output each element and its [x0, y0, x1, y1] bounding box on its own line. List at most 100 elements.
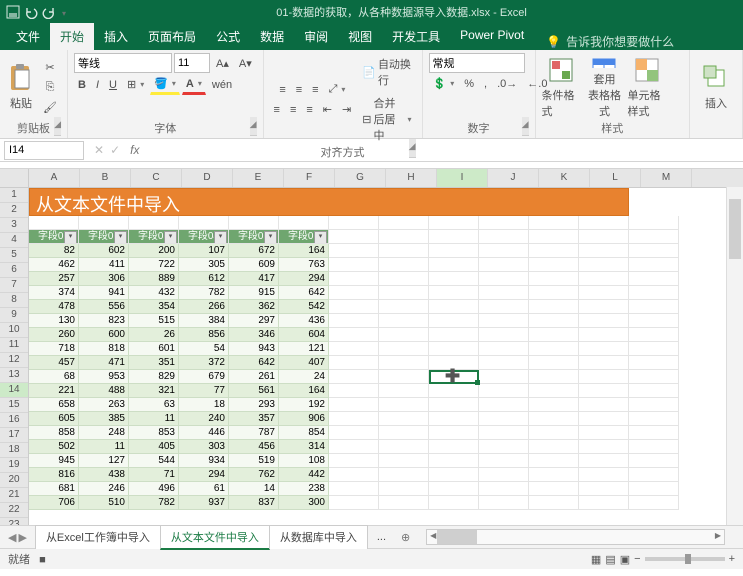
cell[interactable] — [479, 230, 529, 244]
cell[interactable] — [329, 286, 379, 300]
cell[interactable] — [579, 314, 629, 328]
table-cell[interactable]: 261 — [229, 370, 279, 384]
filter-dropdown-icon[interactable]: ▾ — [264, 231, 277, 244]
cell[interactable] — [579, 244, 629, 258]
row-header[interactable]: 10 — [0, 323, 28, 338]
cell[interactable] — [629, 286, 679, 300]
table-cell[interactable]: 108 — [279, 454, 329, 468]
cell[interactable] — [629, 426, 679, 440]
cell[interactable] — [29, 216, 79, 230]
title-merged-cell[interactable]: 从文本文件中导入 — [29, 188, 629, 216]
cell[interactable] — [329, 370, 379, 384]
cell[interactable] — [379, 454, 429, 468]
row-header[interactable]: 21 — [0, 488, 28, 503]
cell[interactable] — [529, 258, 579, 272]
cell[interactable] — [329, 384, 379, 398]
table-cell[interactable]: 405 — [129, 440, 179, 454]
cell[interactable] — [429, 300, 479, 314]
cell[interactable] — [479, 412, 529, 426]
horizontal-scrollbar[interactable]: ◀ ▶ — [426, 529, 725, 545]
cell[interactable] — [479, 426, 529, 440]
table-cell[interactable]: 346 — [229, 328, 279, 342]
cell[interactable] — [379, 230, 429, 244]
column-header[interactable]: C — [131, 169, 182, 187]
cell[interactable] — [429, 398, 479, 412]
cell[interactable] — [529, 468, 579, 482]
underline-button[interactable]: U — [105, 76, 121, 94]
orientation-icon[interactable]: ⤢ — [325, 80, 350, 99]
font-launcher-icon[interactable]: ◢ — [250, 117, 257, 136]
qat-more-icon[interactable] — [60, 5, 66, 19]
cell[interactable] — [79, 216, 129, 230]
cell[interactable] — [629, 440, 679, 454]
comma-format-icon[interactable]: , — [480, 75, 491, 93]
cancel-formula-icon[interactable]: ✕ — [94, 143, 104, 157]
table-cell[interactable]: 672 — [229, 244, 279, 258]
cell[interactable] — [629, 370, 679, 384]
table-cell[interactable]: 246 — [79, 482, 129, 496]
table-cell[interactable]: 18 — [179, 398, 229, 412]
zoom-out-icon[interactable]: − — [634, 553, 640, 565]
cell[interactable] — [629, 314, 679, 328]
column-header[interactable]: A — [29, 169, 80, 187]
cell[interactable] — [329, 230, 379, 244]
table-cell[interactable]: 488 — [79, 384, 129, 398]
decrease-indent-icon[interactable]: ⇤ — [319, 100, 336, 119]
table-cell[interactable]: 63 — [129, 398, 179, 412]
cell[interactable] — [479, 356, 529, 370]
table-cell[interactable]: 462 — [29, 258, 79, 272]
cell[interactable] — [629, 398, 679, 412]
row-header[interactable]: 6 — [0, 263, 28, 278]
increase-font-icon[interactable]: A▴ — [212, 54, 233, 73]
table-cell[interactable]: 502 — [29, 440, 79, 454]
table-cell[interactable]: 77 — [179, 384, 229, 398]
cell[interactable] — [529, 440, 579, 454]
cell[interactable] — [579, 230, 629, 244]
cell[interactable] — [529, 300, 579, 314]
cell[interactable] — [629, 496, 679, 510]
column-header[interactable]: B — [80, 169, 131, 187]
cell[interactable] — [479, 272, 529, 286]
cell[interactable] — [629, 216, 679, 230]
cell[interactable] — [429, 482, 479, 496]
cell[interactable] — [329, 426, 379, 440]
cell[interactable] — [629, 258, 679, 272]
table-header-cell[interactable]: 字段04▾ — [179, 230, 229, 244]
format-as-table-button[interactable]: 套用 表格格式 — [585, 57, 625, 119]
table-cell[interactable]: 556 — [79, 300, 129, 314]
table-cell[interactable]: 658 — [29, 398, 79, 412]
cell[interactable] — [579, 454, 629, 468]
column-header[interactable]: H — [386, 169, 437, 187]
cell[interactable] — [229, 216, 279, 230]
table-cell[interactable]: 54 — [179, 342, 229, 356]
table-cell[interactable]: 934 — [179, 454, 229, 468]
cell[interactable] — [329, 356, 379, 370]
font-color-button[interactable]: A — [182, 75, 206, 95]
cell[interactable] — [579, 468, 629, 482]
table-cell[interactable]: 782 — [179, 286, 229, 300]
select-all-corner[interactable] — [0, 169, 28, 188]
filter-dropdown-icon[interactable]: ▾ — [114, 231, 127, 244]
cell[interactable] — [629, 328, 679, 342]
column-header[interactable]: L — [590, 169, 641, 187]
enter-formula-icon[interactable]: ✓ — [110, 143, 120, 157]
ribbon-tab[interactable]: 开始 — [50, 23, 94, 50]
cell[interactable] — [329, 482, 379, 496]
table-cell[interactable]: 351 — [129, 356, 179, 370]
table-header-cell[interactable]: 字段06▾ — [279, 230, 329, 244]
cell[interactable] — [429, 454, 479, 468]
alignment-launcher-icon[interactable]: ◢ — [409, 139, 416, 158]
row-header[interactable]: 22 — [0, 503, 28, 518]
cell[interactable] — [129, 216, 179, 230]
table-cell[interactable]: 600 — [79, 328, 129, 342]
sheet-tab[interactable]: 从Excel工作簿中导入 — [35, 525, 161, 549]
table-cell[interactable]: 130 — [29, 314, 79, 328]
table-cell[interactable]: 192 — [279, 398, 329, 412]
cell[interactable] — [429, 384, 479, 398]
cell[interactable] — [329, 258, 379, 272]
table-cell[interactable]: 436 — [279, 314, 329, 328]
table-cell[interactable]: 515 — [129, 314, 179, 328]
cell[interactable] — [579, 300, 629, 314]
undo-icon[interactable] — [24, 5, 38, 19]
font-size-input[interactable] — [174, 53, 210, 73]
